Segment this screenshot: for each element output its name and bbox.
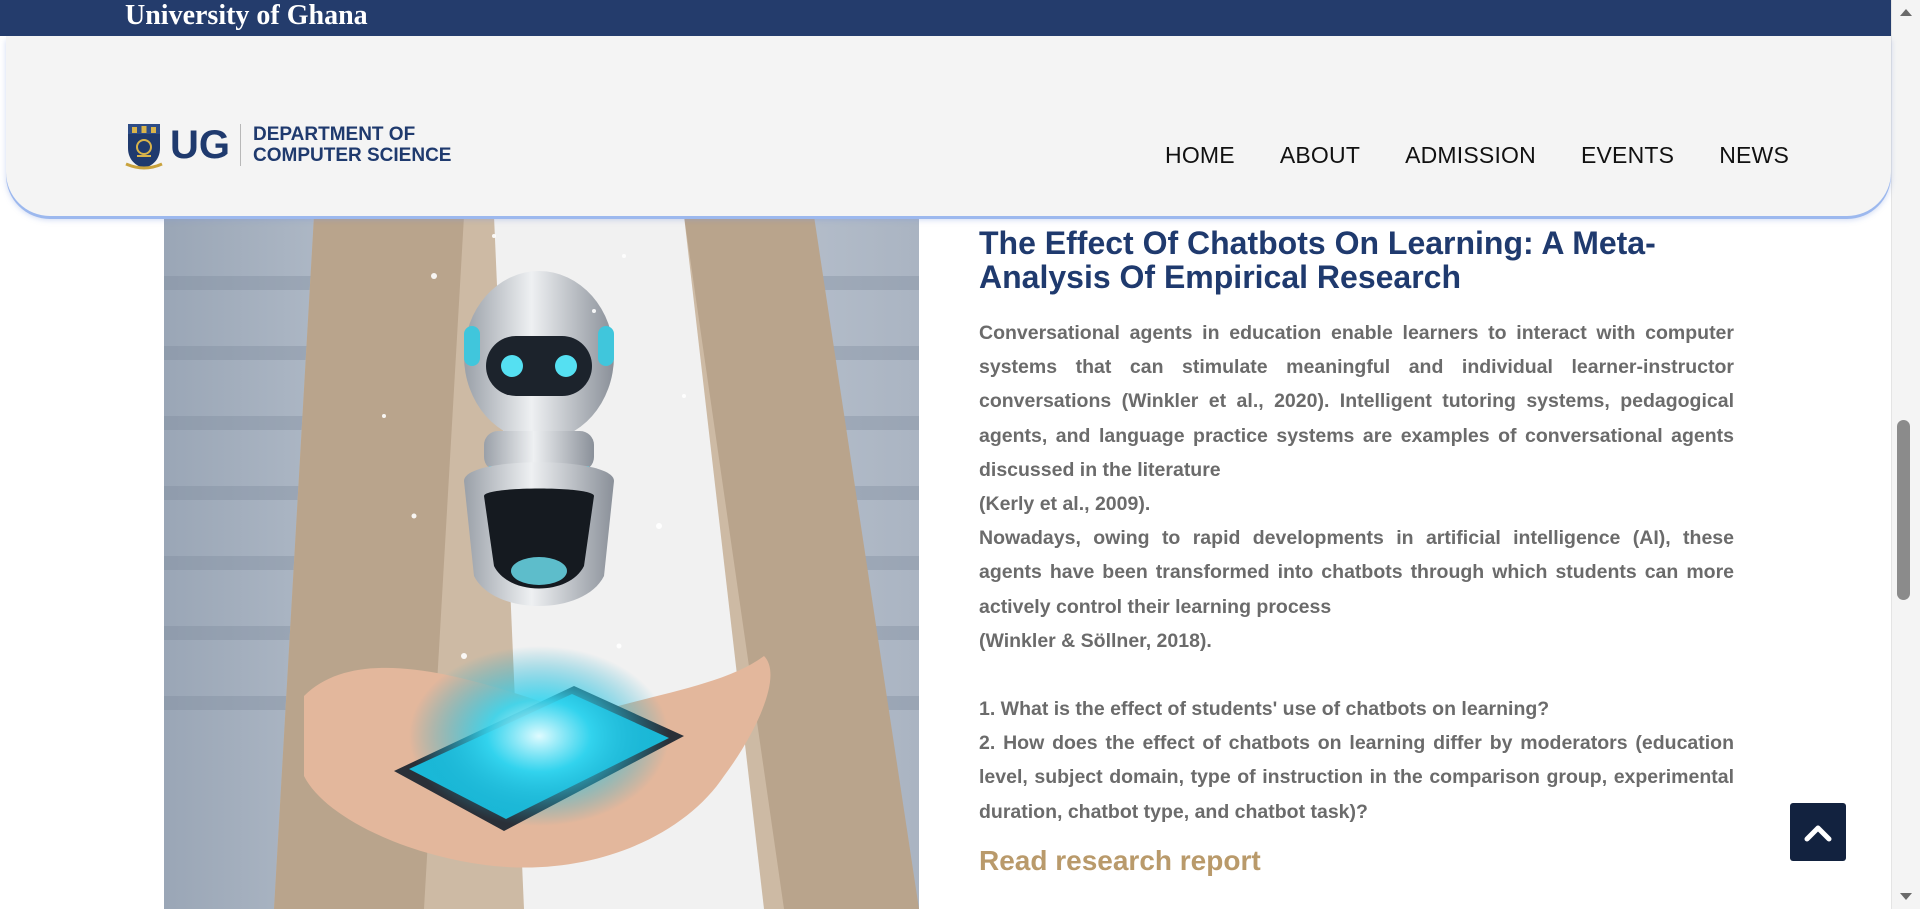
article-title-line1: The Effect Of Chatbots On Learning: A Me…: [979, 225, 1656, 261]
article-hero-image: [164, 216, 919, 909]
article-body: Conversational agents in education enabl…: [979, 316, 1734, 829]
scroll-up-arrow-icon[interactable]: [1900, 9, 1912, 16]
department-logo[interactable]: UG DEPARTMENT OF COMPUTER SCIENCE: [124, 119, 451, 171]
chatbot-robot-illustration: [164, 216, 919, 909]
university-crest-icon: [125, 124, 163, 170]
article: The Effect Of Chatbots On Learning: A Me…: [979, 226, 1734, 877]
nav-about[interactable]: ABOUT: [1280, 142, 1360, 169]
nav-admission[interactable]: ADMISSION: [1405, 142, 1536, 169]
chevron-up-icon: [1804, 825, 1832, 842]
article-paragraph: Nowadays, owing to rapid developments in…: [979, 527, 1734, 618]
site-header: UG DEPARTMENT OF COMPUTER SCIENCE HOME A…: [6, 36, 1891, 216]
page-scrollbar[interactable]: [1891, 0, 1920, 909]
logo-divider: [240, 124, 241, 166]
main-nav: HOME ABOUT ADMISSION EVENTS NEWS: [1120, 142, 1789, 169]
article-title-line2: Analysis Of Empirical Research: [979, 259, 1461, 295]
university-title[interactable]: University of Ghana: [125, 0, 368, 32]
scroll-down-arrow-icon[interactable]: [1900, 893, 1912, 900]
logo-dept-line2: COMPUTER SCIENCE: [253, 145, 452, 166]
logo-ug-mark: UG: [170, 123, 230, 167]
article-citation: (Kerly et al., 2009).: [979, 493, 1151, 516]
nav-news[interactable]: NEWS: [1719, 142, 1789, 169]
article-citation: (Winkler & Söllner, 2018).: [979, 629, 1212, 652]
university-bar: University of Ghana: [0, 0, 1891, 36]
article-title: The Effect Of Chatbots On Learning: A Me…: [979, 226, 1734, 294]
logo-department-name: DEPARTMENT OF COMPUTER SCIENCE: [253, 124, 451, 166]
back-to-top-button[interactable]: [1790, 803, 1846, 861]
page: University of Ghana UG DEPARTMENT OF COM…: [0, 0, 1920, 909]
article-paragraph: Conversational agents in education enabl…: [979, 322, 1734, 481]
research-question-2: 2. How does the effect of chatbots on le…: [979, 732, 1734, 823]
nav-home[interactable]: HOME: [1165, 142, 1235, 169]
logo-dept-line1: DEPARTMENT OF: [253, 124, 416, 145]
research-question-1: 1. What is the effect of students' use o…: [979, 698, 1550, 721]
nav-events[interactable]: EVENTS: [1581, 142, 1674, 169]
scrollbar-thumb[interactable]: [1897, 420, 1910, 600]
read-research-report-link[interactable]: Read research report: [979, 845, 1261, 877]
